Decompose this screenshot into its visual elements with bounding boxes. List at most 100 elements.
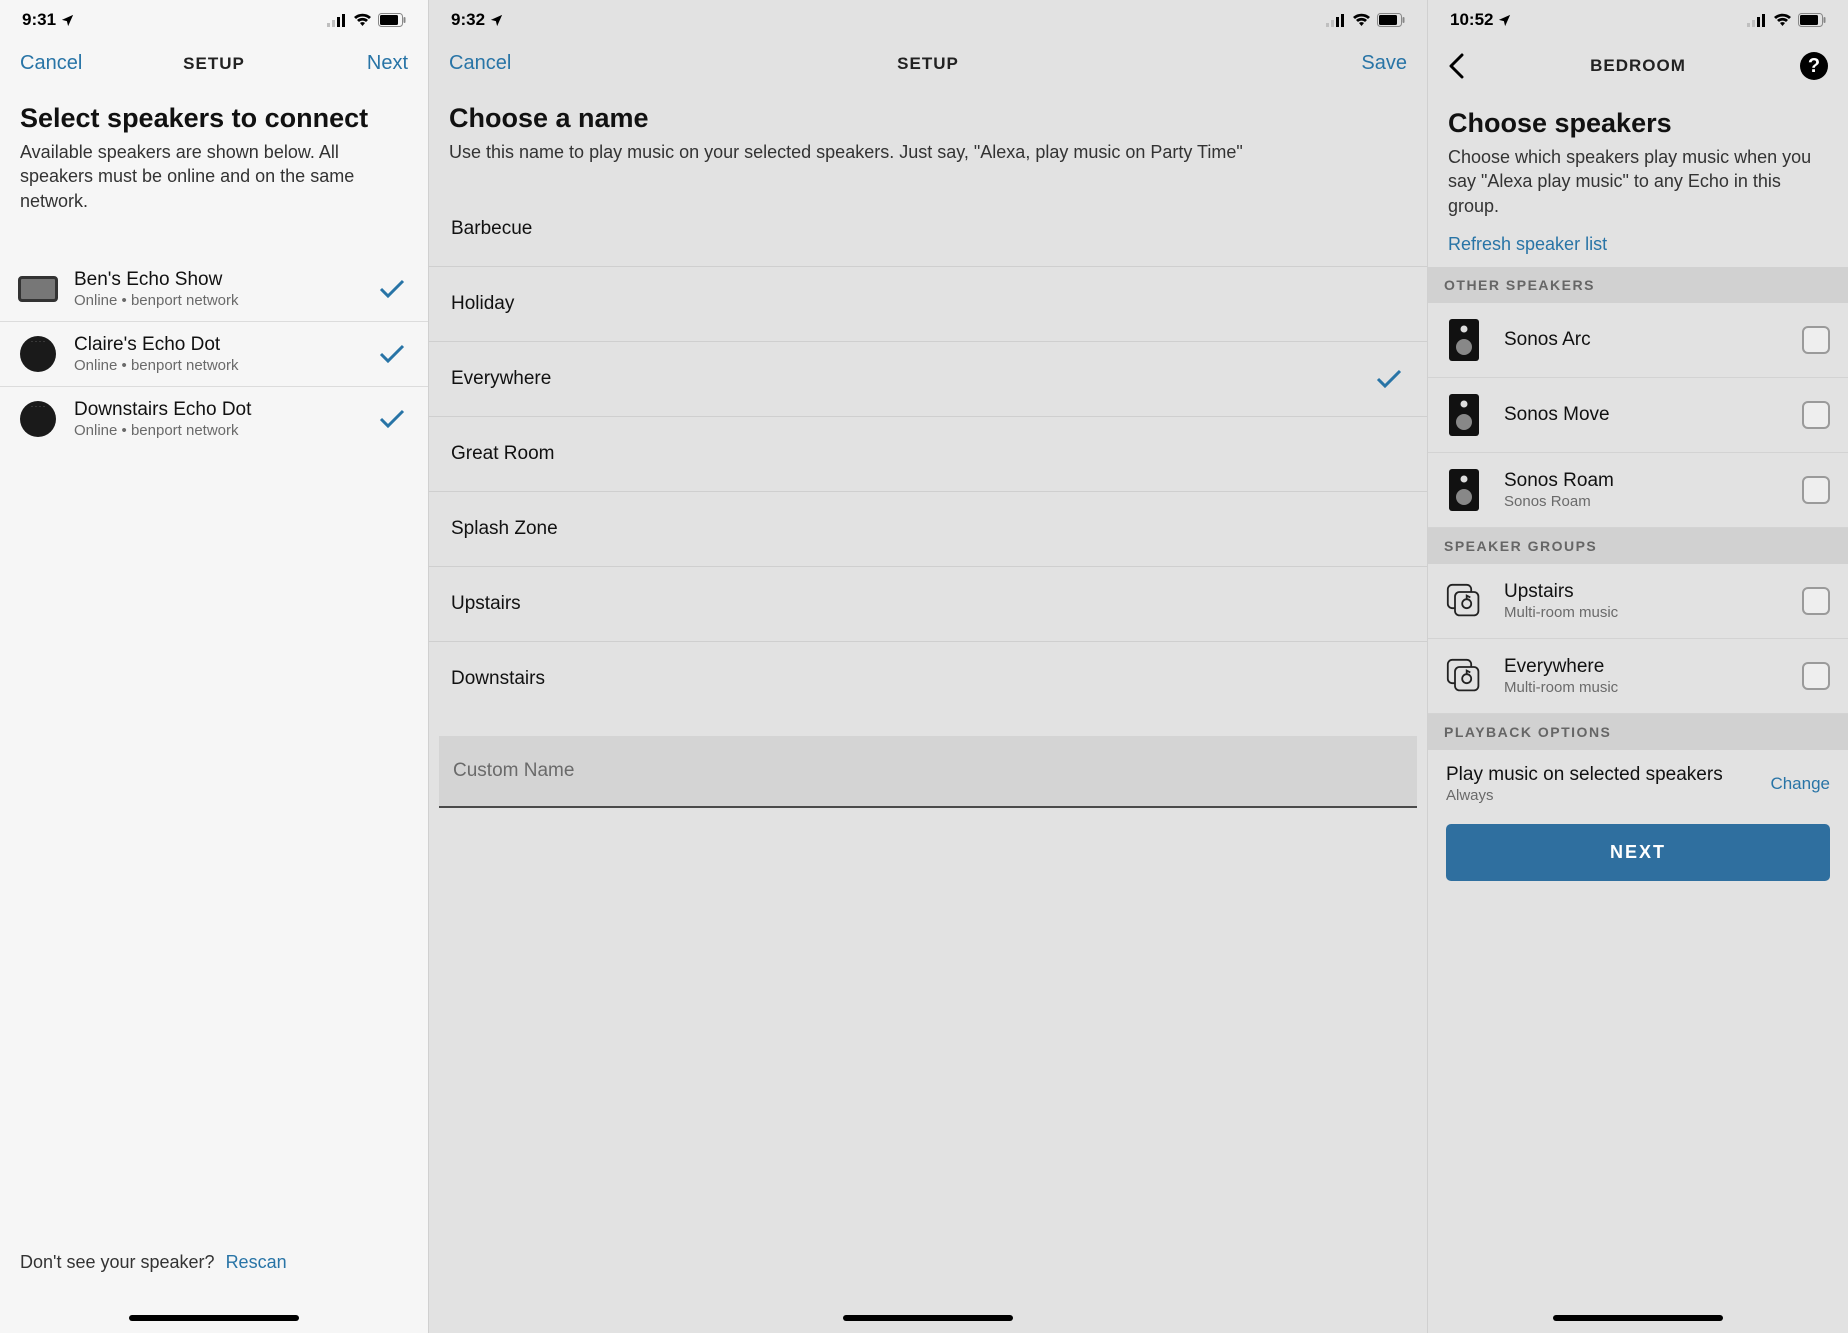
- name-label: Great Room: [451, 443, 554, 465]
- nav-bar: BEDROOM ?: [1428, 36, 1848, 94]
- page-heading: Choose speakers: [1428, 94, 1848, 145]
- name-option[interactable]: Barbecue: [429, 192, 1427, 267]
- speaker-row[interactable]: Sonos Arc: [1428, 303, 1848, 378]
- speaker-checkbox[interactable]: [1802, 476, 1830, 504]
- name-label: Splash Zone: [451, 518, 558, 540]
- location-icon: [1497, 13, 1512, 28]
- device-status: Online • benport network: [74, 292, 378, 309]
- battery-icon: [1798, 13, 1826, 27]
- status-time: 10:52: [1450, 10, 1493, 30]
- page-heading: Choose a name: [429, 89, 1427, 140]
- name-option[interactable]: Holiday: [429, 267, 1427, 342]
- group-sub: Multi-room music: [1504, 679, 1802, 696]
- cellular-signal-icon: [1326, 14, 1346, 27]
- echo-dot-icon: [18, 399, 58, 439]
- speaker-group-icon: [1446, 653, 1482, 699]
- playback-option-row: Play music on selected speakers Always C…: [1428, 750, 1848, 810]
- speaker-icon: [1446, 467, 1482, 513]
- battery-icon: [1377, 13, 1405, 27]
- speaker-icon: [1446, 317, 1482, 363]
- wifi-icon: [1773, 13, 1792, 27]
- speaker-row[interactable]: Claire's Echo Dot Online • benport netwo…: [0, 322, 428, 387]
- checkmark-icon: [378, 278, 408, 300]
- nav-bar: Cancel SETUP Next: [0, 36, 428, 89]
- speaker-sub: Sonos Roam: [1504, 493, 1802, 510]
- status-bar: 9:32: [429, 0, 1427, 36]
- checkmark-icon: [378, 343, 408, 365]
- status-bar: 10:52: [1428, 0, 1848, 36]
- device-status: Online • benport network: [74, 357, 378, 374]
- location-icon: [489, 13, 504, 28]
- speaker-group-icon: [1446, 578, 1482, 624]
- name-option[interactable]: Great Room: [429, 417, 1427, 492]
- name-label: Downstairs: [451, 668, 545, 690]
- cellular-signal-icon: [327, 14, 347, 27]
- name-label: Barbecue: [451, 218, 532, 240]
- name-option[interactable]: Upstairs: [429, 567, 1427, 642]
- cancel-button[interactable]: Cancel: [449, 52, 529, 75]
- nav-bar: Cancel SETUP Save: [429, 36, 1427, 89]
- cancel-button[interactable]: Cancel: [20, 52, 100, 75]
- page-subheading: Available speakers are shown below. All …: [0, 140, 428, 223]
- battery-icon: [378, 13, 406, 27]
- footer-prompt: Don't see your speaker? Rescan: [20, 1252, 287, 1273]
- speaker-row[interactable]: Sonos Roam Sonos Roam: [1428, 453, 1848, 528]
- group-checkbox[interactable]: [1802, 587, 1830, 615]
- next-primary-button[interactable]: NEXT: [1446, 824, 1830, 881]
- nav-title: SETUP: [529, 54, 1327, 74]
- speaker-checkbox[interactable]: [1802, 401, 1830, 429]
- speaker-list: Ben's Echo Show Online • benport network…: [0, 223, 428, 451]
- device-name: Ben's Echo Show: [74, 269, 378, 291]
- home-indicator[interactable]: [1553, 1315, 1723, 1321]
- cellular-signal-icon: [1747, 14, 1767, 27]
- nav-title: BEDROOM: [1528, 56, 1748, 76]
- change-link[interactable]: Change: [1770, 774, 1830, 794]
- screen-choose-speakers: 10:52 BEDROOM ? Choose speakers Choose w…: [1428, 0, 1848, 1333]
- speaker-row[interactable]: Downstairs Echo Dot Online • benport net…: [0, 387, 428, 451]
- section-other-speakers: OTHER SPEAKERS: [1428, 267, 1848, 303]
- location-icon: [60, 13, 75, 28]
- name-option[interactable]: Everywhere: [429, 342, 1427, 417]
- name-label: Holiday: [451, 293, 514, 315]
- name-option[interactable]: Splash Zone: [429, 492, 1427, 567]
- group-row[interactable]: Upstairs Multi-room music: [1428, 564, 1848, 639]
- group-checkbox[interactable]: [1802, 662, 1830, 690]
- wifi-icon: [353, 13, 372, 27]
- home-indicator[interactable]: [843, 1315, 1013, 1321]
- device-name: Claire's Echo Dot: [74, 334, 378, 356]
- checkmark-icon: [378, 408, 408, 430]
- screen-choose-name: 9:32 Cancel SETUP Save Choose a name Use…: [429, 0, 1428, 1333]
- footer-text: Don't see your speaker?: [20, 1252, 215, 1272]
- speaker-row[interactable]: Ben's Echo Show Online • benport network: [0, 257, 428, 322]
- playback-value: Always: [1446, 787, 1770, 804]
- speaker-icon: [1446, 392, 1482, 438]
- screen-select-speakers: 9:31 Cancel SETUP Next S: [0, 0, 429, 1333]
- status-bar: 9:31: [0, 0, 428, 36]
- speaker-name: Sonos Roam: [1504, 470, 1802, 492]
- home-indicator[interactable]: [129, 1315, 299, 1321]
- status-time: 9:31: [22, 10, 56, 30]
- save-button[interactable]: Save: [1327, 52, 1407, 75]
- nav-title: SETUP: [100, 54, 328, 74]
- name-option[interactable]: Downstairs: [429, 642, 1427, 716]
- speaker-checkbox[interactable]: [1802, 326, 1830, 354]
- name-label: Upstairs: [451, 593, 521, 615]
- section-speaker-groups: SPEAKER GROUPS: [1428, 528, 1848, 564]
- page-subheading: Choose which speakers play music when yo…: [1428, 145, 1848, 228]
- group-name: Upstairs: [1504, 581, 1802, 603]
- name-list: Barbecue Holiday Everywhere Great Room S…: [429, 192, 1427, 716]
- device-name: Downstairs Echo Dot: [74, 399, 378, 421]
- refresh-speakers-link[interactable]: Refresh speaker list: [1448, 234, 1607, 254]
- next-button[interactable]: Next: [328, 52, 408, 75]
- group-row[interactable]: Everywhere Multi-room music: [1428, 639, 1848, 714]
- speaker-name: Sonos Move: [1504, 404, 1802, 426]
- device-status: Online • benport network: [74, 422, 378, 439]
- rescan-link[interactable]: Rescan: [226, 1252, 287, 1272]
- speaker-row[interactable]: Sonos Move: [1428, 378, 1848, 453]
- help-button[interactable]: ?: [1800, 52, 1828, 80]
- page-subheading: Use this name to play music on your sele…: [429, 140, 1427, 174]
- echo-show-icon: [18, 269, 58, 309]
- back-button[interactable]: [1448, 53, 1528, 79]
- group-name: Everywhere: [1504, 656, 1802, 678]
- custom-name-input[interactable]: Custom Name: [439, 736, 1417, 808]
